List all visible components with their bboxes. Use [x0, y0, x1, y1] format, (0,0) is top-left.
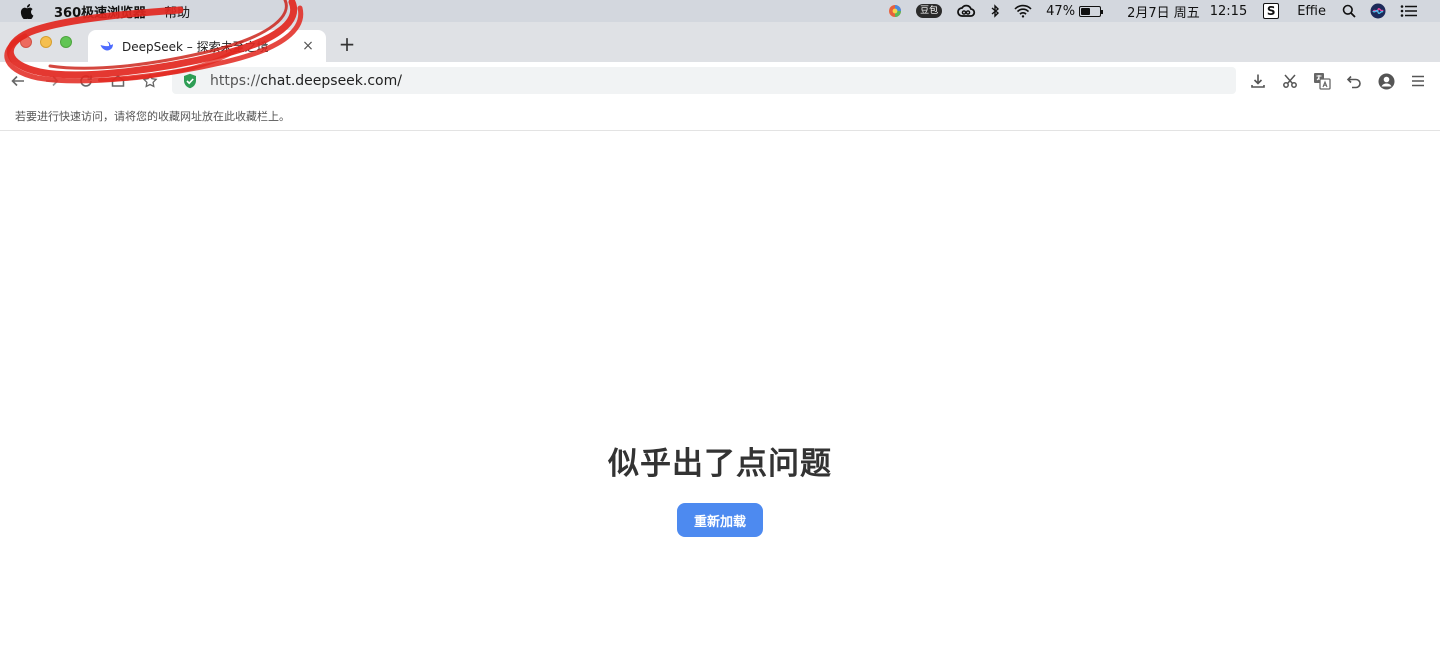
- tab-deepseek[interactable]: DeepSeek – 探索未至之境 ×: [88, 30, 326, 62]
- back-button[interactable]: [8, 71, 28, 91]
- reload-icon: [80, 75, 92, 87]
- error-title: 似乎出了点问题: [608, 446, 832, 482]
- home-icon: [111, 75, 125, 87]
- account-button[interactable]: [1376, 71, 1396, 91]
- apple-icon[interactable]: [20, 3, 34, 19]
- download-button[interactable]: [1248, 71, 1268, 91]
- account-icon: [1378, 73, 1394, 89]
- secure-shield-icon[interactable]: [183, 73, 197, 89]
- star-icon: [142, 73, 158, 88]
- battery-icon[interactable]: [1079, 5, 1104, 17]
- screenshot-button[interactable]: [1280, 71, 1300, 91]
- bookmarks-bar: 若要进行快速访问，请将您的收藏网址放在此收藏栏上。: [0, 100, 1440, 131]
- menubar-user[interactable]: Effie: [1297, 4, 1326, 19]
- home-button[interactable]: [108, 71, 128, 91]
- url-text[interactable]: https://chat.deepseek.com/: [210, 73, 402, 89]
- color-wheel-icon[interactable]: [888, 0, 902, 22]
- spotlight-search-icon[interactable]: [1342, 0, 1356, 22]
- menubar-app-name[interactable]: 360极速浏览器: [54, 2, 146, 21]
- translate-button[interactable]: [1312, 71, 1332, 91]
- forward-arrow-icon: [46, 75, 59, 87]
- window-minimize-button[interactable]: [40, 36, 52, 48]
- bookmarks-hint: 若要进行快速访问，请将您的收藏网址放在此收藏栏上。: [15, 110, 290, 123]
- forward-button[interactable]: [42, 71, 62, 91]
- input-method-icon[interactable]: S: [1263, 0, 1280, 22]
- menu-button[interactable]: [1408, 71, 1428, 91]
- reload-button[interactable]: [76, 71, 96, 91]
- wifi-icon[interactable]: [1014, 0, 1032, 22]
- page-content: 似乎出了点问题 重新加载: [0, 131, 1440, 647]
- bookmark-star-button[interactable]: [140, 71, 160, 91]
- undo-close-button[interactable]: [1344, 71, 1364, 91]
- doubao-icon[interactable]: 豆包: [916, 0, 943, 22]
- system-menubar: 360极速浏览器 帮助 豆包 47% 2月7日 周五 12:15 S Effie: [0, 0, 1440, 22]
- tab-strip: DeepSeek – 探索未至之境 × +: [0, 22, 1440, 62]
- tab-title: DeepSeek – 探索未至之境: [122, 39, 269, 54]
- url-scheme: https://: [210, 72, 261, 89]
- creative-cloud-icon[interactable]: [956, 0, 976, 22]
- bluetooth-icon[interactable]: [990, 0, 1000, 22]
- translate-icon: [1314, 73, 1331, 90]
- input-method-label: S: [1263, 3, 1280, 19]
- back-arrow-icon: [11, 75, 24, 87]
- scissors-icon: [1283, 74, 1297, 88]
- deepseek-whale-icon: [100, 41, 113, 51]
- browser-toolbar: https://chat.deepseek.com/: [0, 62, 1440, 100]
- menubar-date[interactable]: 2月7日 周五: [1127, 2, 1200, 21]
- tab-close-icon[interactable]: ×: [300, 38, 316, 54]
- reload-page-button[interactable]: 重新加载: [677, 503, 763, 537]
- siri-icon[interactable]: [1370, 0, 1386, 22]
- address-bar[interactable]: https://chat.deepseek.com/: [172, 67, 1236, 94]
- menubar-help[interactable]: 帮助: [164, 2, 190, 21]
- download-icon: [1251, 74, 1265, 88]
- hamburger-menu-icon: [1412, 75, 1424, 87]
- new-tab-button[interactable]: +: [337, 32, 357, 56]
- window-close-button[interactable]: [20, 36, 32, 48]
- undo-icon: [1346, 75, 1361, 89]
- doubao-label: 豆包: [916, 4, 943, 18]
- battery-fill: [1081, 7, 1090, 15]
- url-host: chat.deepseek.com/: [260, 72, 402, 89]
- battery-percent: 47%: [1046, 3, 1076, 19]
- menubar-time[interactable]: 12:15: [1210, 4, 1247, 19]
- notification-center-icon[interactable]: [1400, 0, 1418, 22]
- window-zoom-button[interactable]: [60, 36, 72, 48]
